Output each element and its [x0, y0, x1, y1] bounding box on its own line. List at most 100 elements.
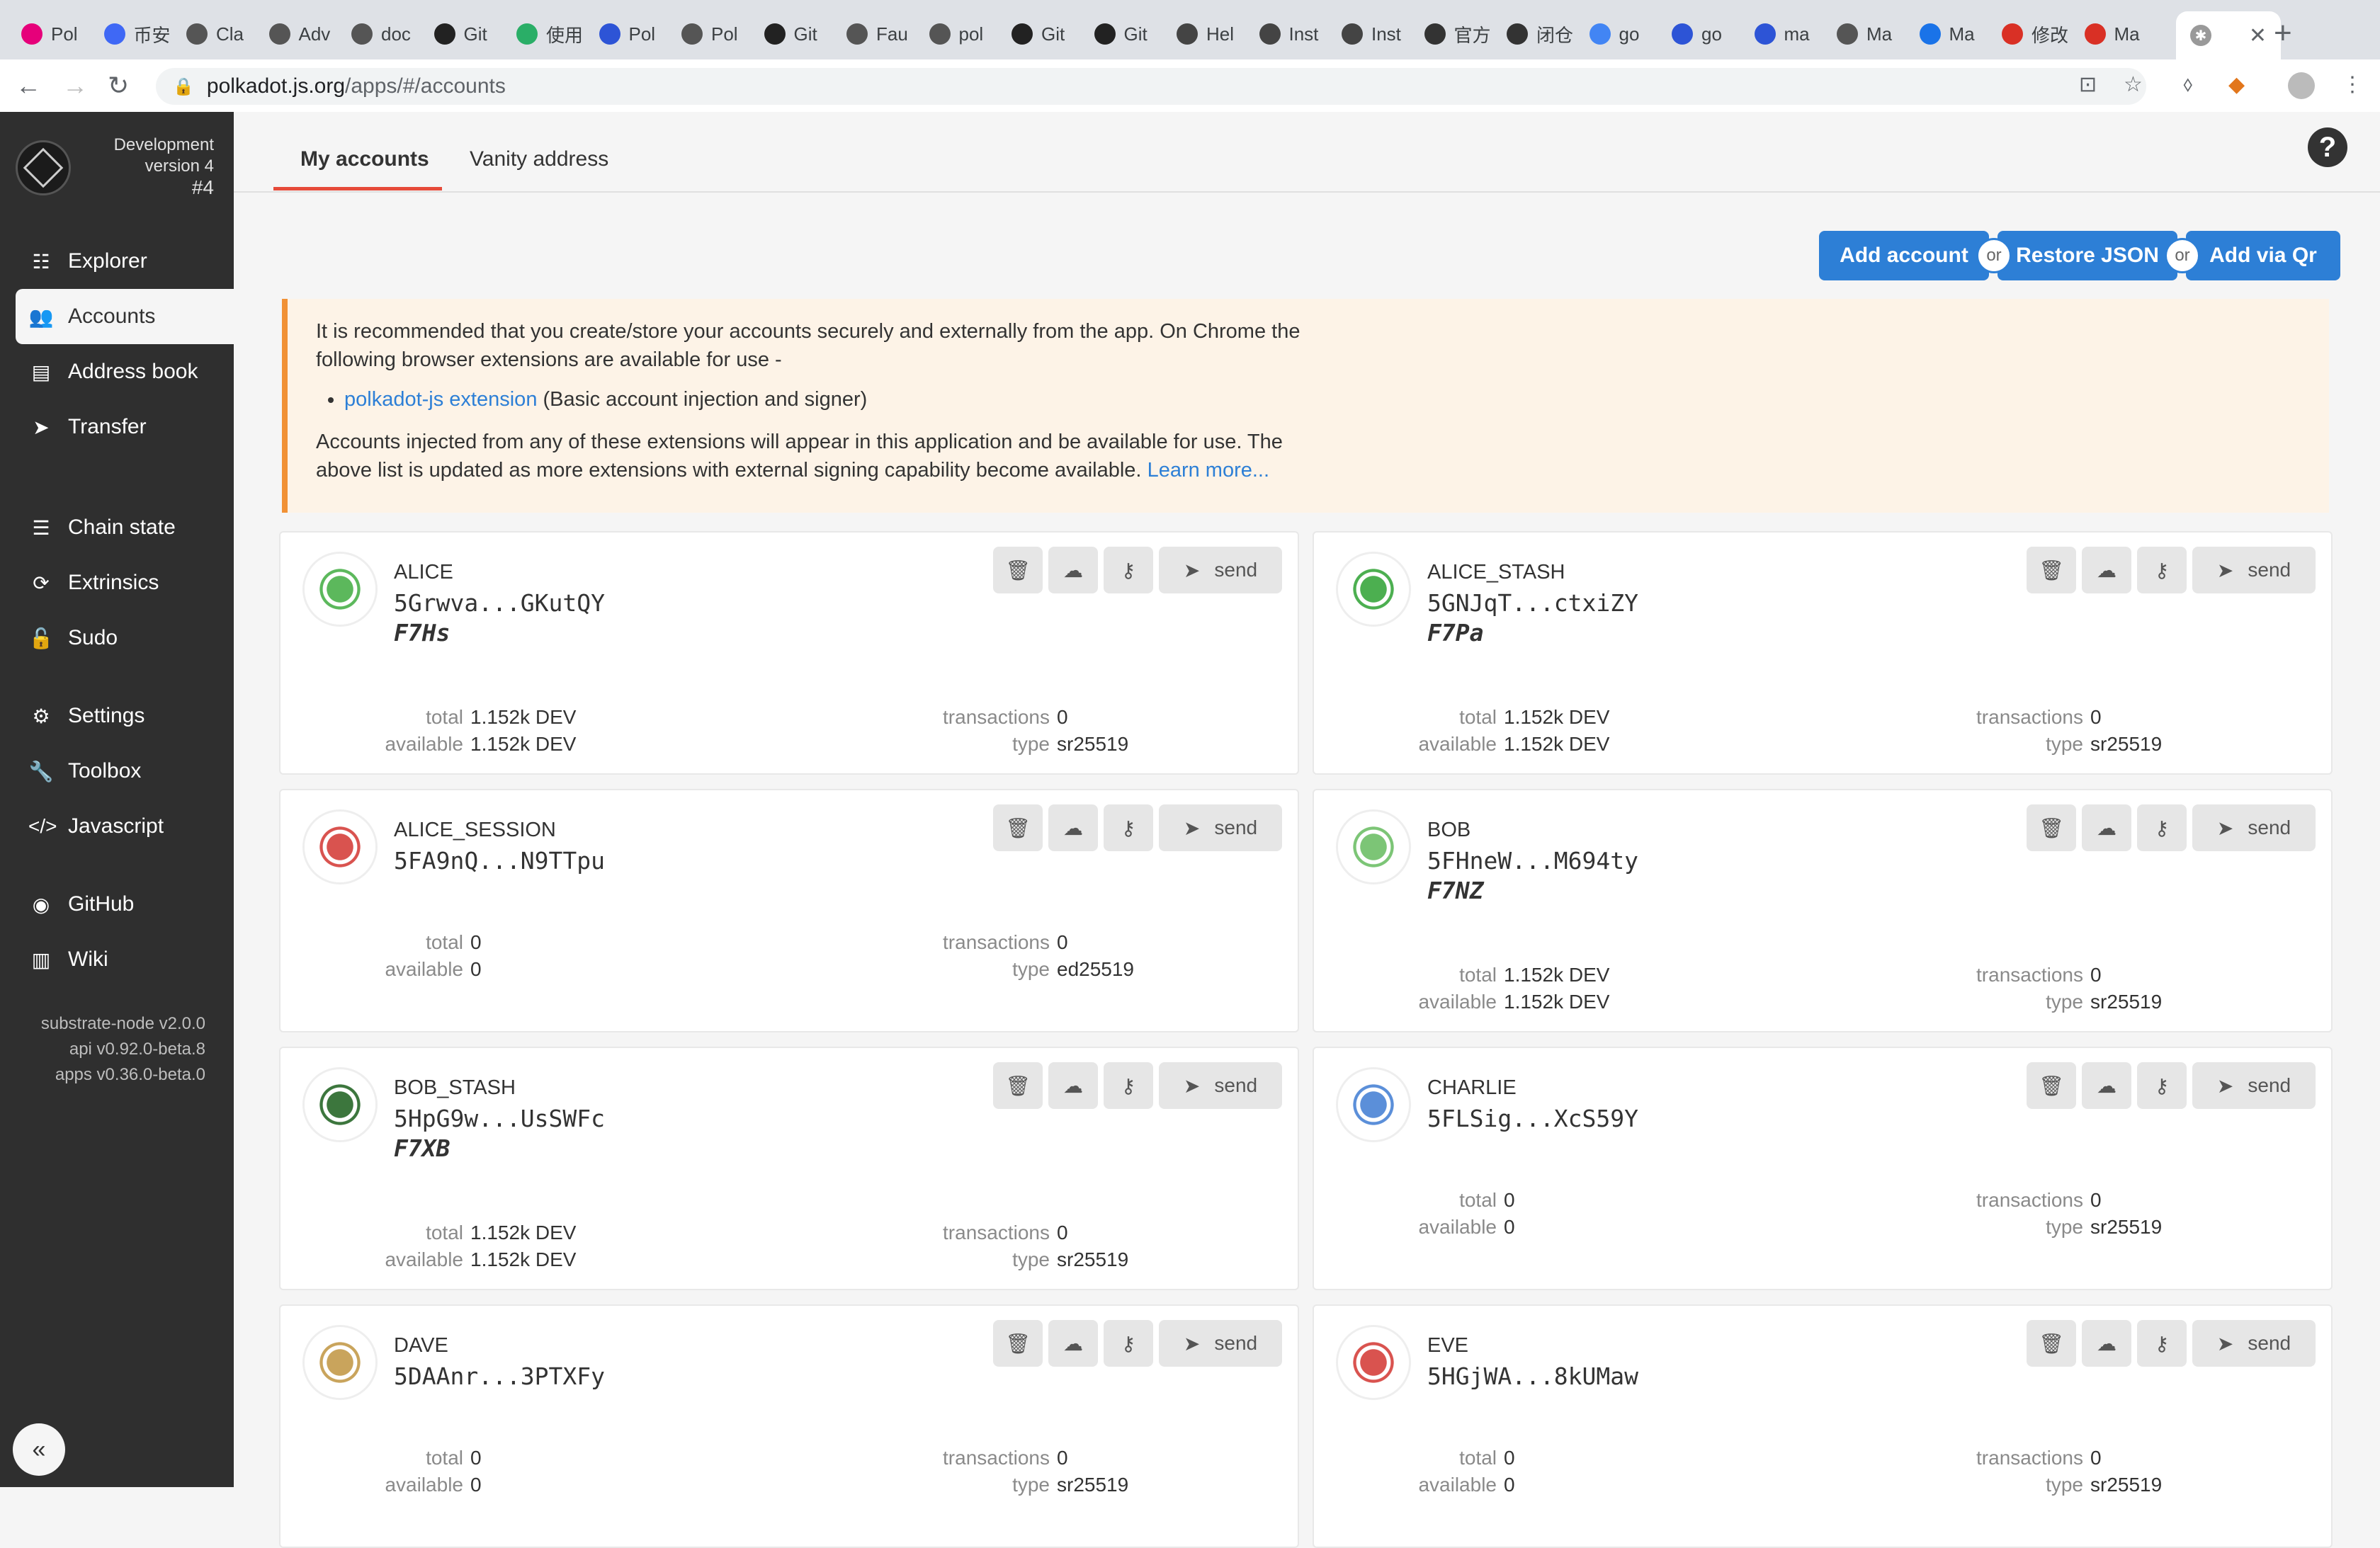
add-via-qr-button[interactable]: Add via Qr	[2186, 231, 2340, 280]
bookmark-star-icon[interactable]: ☆	[2124, 72, 2143, 97]
identicon[interactable]	[1338, 1069, 1409, 1140]
browser-tab[interactable]: go	[1589, 11, 1663, 57]
sidebar-item-github[interactable]: ◉ GitHub	[16, 877, 234, 932]
account-address[interactable]: 5HpG9w...UsSWFc	[394, 1105, 605, 1132]
forget-button[interactable]: 🗑	[993, 804, 1043, 851]
sidebar-item-sudo[interactable]: 🔓 Sudo	[16, 610, 234, 666]
polkadot-logo[interactable]	[16, 140, 71, 195]
identicon[interactable]	[1338, 812, 1409, 882]
browser-tab[interactable]: Pol	[599, 11, 673, 57]
add-account-button[interactable]: Add account	[1819, 231, 1989, 280]
identicon[interactable]	[305, 812, 375, 882]
collapse-sidebar-button[interactable]: «	[13, 1423, 65, 1476]
identicon[interactable]	[1338, 554, 1409, 625]
browser-tab[interactable]: doc	[351, 11, 425, 57]
help-icon[interactable]: ?	[2308, 127, 2347, 167]
forget-button[interactable]: 🗑	[2027, 547, 2076, 593]
change-password-button[interactable]: ⚷	[2137, 547, 2187, 593]
backup-button[interactable]: ☁	[1048, 804, 1098, 851]
forget-button[interactable]: 🗑	[2027, 1320, 2076, 1367]
metamask-icon[interactable]: ◆	[2228, 72, 2245, 97]
sidebar-item-address-book[interactable]: ▤ Address book	[16, 344, 234, 399]
send-button[interactable]: ➤ send	[1159, 547, 1282, 593]
send-button[interactable]: ➤ send	[1159, 804, 1282, 851]
sidebar-item-extrinsics[interactable]: ⟳ Extrinsics	[16, 555, 234, 610]
sidebar-item-settings[interactable]: ⚙ Settings	[16, 688, 234, 744]
change-password-button[interactable]: ⚷	[1104, 1320, 1153, 1367]
change-password-button[interactable]: ⚷	[2137, 804, 2187, 851]
browser-tab[interactable]: pol	[929, 11, 1003, 57]
account-address[interactable]: 5GNJqT...ctxiZY	[1427, 589, 1638, 617]
forget-button[interactable]: 🗑	[993, 1320, 1043, 1367]
browser-tab[interactable]: Ma	[2084, 11, 2158, 57]
forward-icon[interactable]: →	[62, 71, 88, 101]
sidebar-item-wiki[interactable]: ▥ Wiki	[16, 932, 234, 987]
identicon[interactable]	[305, 1069, 375, 1140]
backup-button[interactable]: ☁	[1048, 547, 1098, 593]
browser-tab[interactable]: Git	[1094, 11, 1168, 57]
profile-avatar[interactable]	[2288, 72, 2315, 99]
change-password-button[interactable]: ⚷	[2137, 1320, 2187, 1367]
browser-tab-active[interactable]: ✱ ✕	[2176, 11, 2281, 59]
account-address[interactable]: 5FA9nQ...N9TTpu	[394, 847, 605, 875]
sidebar-item-javascript[interactable]: </> Javascript	[16, 799, 234, 854]
backup-button[interactable]: ☁	[1048, 1062, 1098, 1109]
identicon[interactable]	[305, 1327, 375, 1398]
browser-tab[interactable]: Fau	[846, 11, 920, 57]
tab-my-accounts[interactable]: My accounts	[300, 147, 429, 171]
backup-button[interactable]: ☁	[2082, 804, 2131, 851]
send-button[interactable]: ➤ send	[2192, 547, 2316, 593]
browser-tab[interactable]: 币安	[103, 11, 178, 57]
menu-kebab-icon[interactable]: ⋮	[2342, 72, 2363, 97]
browser-tab[interactable]: Git	[434, 11, 508, 57]
browser-tab[interactable]: 修改	[2002, 11, 2075, 57]
send-button[interactable]: ➤ send	[2192, 804, 2316, 851]
send-button[interactable]: ➤ send	[1159, 1062, 1282, 1109]
browser-tab[interactable]: Hel	[1177, 11, 1250, 57]
tab-vanity-address[interactable]: Vanity address	[470, 147, 608, 171]
back-icon[interactable]: ←	[16, 71, 41, 101]
browser-tab[interactable]: Cla	[186, 11, 260, 57]
learn-more-link[interactable]: Learn more...	[1148, 459, 1269, 482]
browser-tab[interactable]: Pol	[681, 11, 755, 57]
change-password-button[interactable]: ⚷	[1104, 804, 1153, 851]
browser-tab[interactable]: ma	[1754, 11, 1828, 57]
send-button[interactable]: ➤ send	[2192, 1320, 2316, 1367]
sidebar-item-accounts[interactable]: 👥 Accounts	[16, 289, 234, 344]
browser-tab[interactable]: 官方	[1424, 11, 1498, 57]
change-password-button[interactable]: ⚷	[1104, 547, 1153, 593]
browser-tab[interactable]: Git	[1012, 11, 1085, 57]
restore-json-button[interactable]: Restore JSON	[1998, 231, 2177, 280]
send-button[interactable]: ➤ send	[2192, 1062, 2316, 1109]
browser-tab[interactable]: Ma	[1837, 11, 1910, 57]
backup-button[interactable]: ☁	[2082, 547, 2131, 593]
reload-icon[interactable]: ↻	[108, 71, 129, 101]
browser-tab[interactable]: go	[1672, 11, 1745, 57]
browser-tab[interactable]: Inst	[1342, 11, 1415, 57]
extension-link[interactable]: polkadot-js extension	[344, 388, 537, 411]
backup-button[interactable]: ☁	[1048, 1320, 1098, 1367]
browser-tab[interactable]: Ma	[1919, 11, 1993, 57]
browser-tab[interactable]: Adv	[268, 11, 343, 57]
account-address[interactable]: 5HGjWA...8kUMaw	[1427, 1362, 1638, 1390]
account-address[interactable]: 5FHneW...M694ty	[1427, 847, 1638, 875]
change-password-button[interactable]: ⚷	[2137, 1062, 2187, 1109]
identicon[interactable]	[1338, 1327, 1409, 1398]
account-address[interactable]: 5FLSig...XcS59Y	[1427, 1105, 1638, 1132]
identicon[interactable]	[305, 554, 375, 625]
browser-tab[interactable]: 闭仓	[1507, 11, 1580, 57]
sidebar-item-explorer[interactable]: ☷ Explorer	[16, 234, 234, 289]
address-bar[interactable]: 🔒 polkadot.js.org/apps/#/accounts	[156, 68, 2146, 105]
backup-button[interactable]: ☁	[2082, 1320, 2131, 1367]
browser-tab[interactable]: Git	[764, 11, 838, 57]
close-tab-icon[interactable]: ✕	[2249, 23, 2267, 48]
browser-tab[interactable]: 使用	[516, 11, 590, 57]
browser-tab[interactable]: Inst	[1259, 11, 1333, 57]
account-address[interactable]: 5DAAnr...3PTXFy	[394, 1362, 605, 1390]
sidebar-item-transfer[interactable]: ➤ Transfer	[16, 399, 234, 455]
forget-button[interactable]: 🗑	[993, 1062, 1043, 1109]
send-button[interactable]: ➤ send	[1159, 1320, 1282, 1367]
backup-button[interactable]: ☁	[2082, 1062, 2131, 1109]
account-address[interactable]: 5Grwva...GKutQY	[394, 589, 605, 617]
sidebar-item-chain-state[interactable]: ☰ Chain state	[16, 500, 234, 555]
